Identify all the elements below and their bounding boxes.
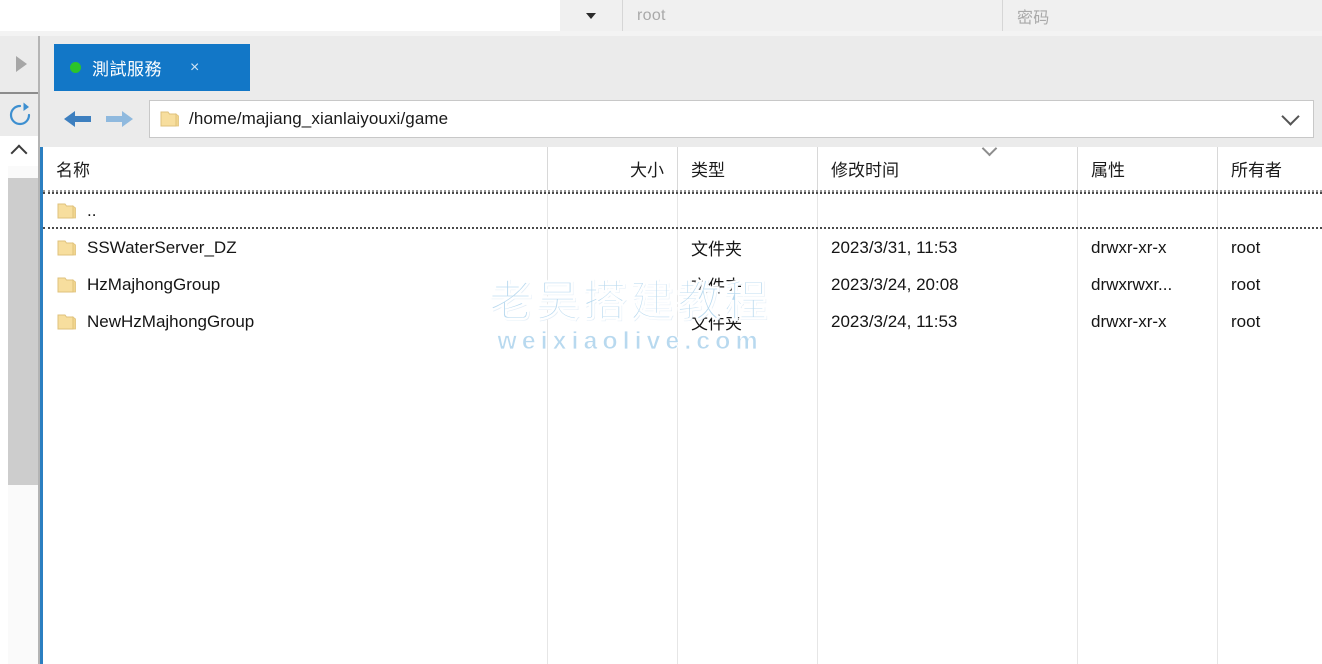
password-placeholder: 密码 [1017,9,1050,27]
column-header-owner[interactable]: 所有者 [1218,147,1322,190]
cell-attr [1078,194,1218,227]
path-dropdown-button[interactable] [1267,101,1313,137]
cell-name-text: SSWaterServer_DZ [87,237,237,257]
credential-topbar: root 密码 [0,0,1322,31]
cell-attr: drwxr-xr-x [1078,229,1218,266]
cell-attr: drwxr-xr-x [1078,303,1218,340]
username-value: root [637,6,666,24]
refresh-icon [9,102,31,126]
column-header-size-label: 大小 [630,161,664,180]
cell-name-text: .. [87,200,97,220]
cell-owner: root [1231,237,1261,257]
table-row[interactable]: HzMajhongGroup 文件夹 2023/3/24, 20:08 drwx… [43,266,1322,303]
caret-down-icon [586,12,596,19]
close-icon[interactable]: × [190,59,199,76]
grid-col-owner [1218,338,1322,664]
app-root: root 密码 測試服務 × /home/majiang_xianlaiyoux… [0,0,1322,664]
column-header-size[interactable]: 大小 [548,147,678,190]
green-status-dot-icon [70,62,81,73]
tab-label: 測試服務 [92,60,162,79]
cell-size [548,303,678,340]
tab-strip: 測試服務 × [40,36,1322,91]
password-field[interactable]: 密码 [1002,0,1322,31]
table-row[interactable]: NewHzMajhongGroup 文件夹 2023/3/24, 11:53 d… [43,303,1322,340]
topbar-dropdown-button[interactable] [560,0,622,31]
cell-name-text: NewHzMajhongGroup [87,311,255,331]
sort-indicator [979,147,999,159]
cell-owner [1218,194,1322,227]
path-input[interactable]: /home/majiang_xianlaiyouxi/game [149,100,1314,138]
grid-col-attr [1078,338,1218,664]
cell-attr: drwxrwxr... [1078,266,1218,303]
rail-scroll-up-button[interactable] [0,136,38,166]
chevron-down-icon [981,147,997,157]
column-header-attr[interactable]: 属性 [1078,147,1218,190]
cell-size [548,229,678,266]
cell-type [678,194,818,227]
username-field[interactable]: root [622,0,1002,31]
column-header-name-label: 名称 [56,161,90,180]
cell-mtime [818,194,1078,227]
column-header-type-label: 类型 [691,161,725,180]
rail-expand-button[interactable] [0,36,40,92]
chevron-down-icon [1280,107,1300,126]
cell-owner: root [1231,274,1261,294]
arrow-left-icon[interactable] [62,108,92,130]
cell-name: .. [43,194,548,227]
cell-mtime: 2023/3/31, 11:53 [818,229,1078,266]
cell-name: SSWaterServer_DZ [43,229,548,266]
file-list-rows: .. SSWaterServer_DZ 文件夹 2023/3/31, 11:53… [43,192,1322,340]
grid-col-size [548,338,678,664]
cell-type: 文件夹 [678,266,818,303]
file-list-header: 名称 大小 类型 修改时间 属性 所有者 [43,147,1322,192]
grid-column-lines [43,338,1322,664]
cell-mtime: 2023/3/24, 11:53 [818,303,1078,340]
chevron-up-icon [10,144,28,162]
table-row[interactable]: SSWaterServer_DZ 文件夹 2023/3/31, 11:53 dr… [43,229,1322,266]
cell-size [548,194,678,227]
column-header-type[interactable]: 类型 [678,147,818,190]
column-header-owner-label: 所有者 [1231,161,1282,180]
file-list-panel: 名称 大小 类型 修改时间 属性 所有者 .. SSWaterServer_DZ… [40,147,1322,664]
triangle-right-icon [15,56,27,72]
cell-size [548,266,678,303]
cell-type: 文件夹 [678,303,818,340]
column-header-name[interactable]: 名称 [43,147,548,190]
column-header-attr-label: 属性 [1091,161,1125,180]
rail-refresh-button[interactable] [0,92,40,136]
cell-owner: root [1231,311,1261,331]
cell-name: NewHzMajhongGroup [43,303,548,340]
grid-col-name [43,338,548,664]
nav-arrow-group [62,108,135,130]
arrow-right-icon[interactable] [105,108,135,130]
rail-scrollbar-thumb[interactable] [8,178,38,485]
grid-col-type [678,338,818,664]
grid-col-mtime [818,338,1078,664]
path-text: /home/majiang_xianlaiyouxi/game [189,109,449,128]
left-rail [0,36,40,664]
address-bar: /home/majiang_xianlaiyouxi/game [40,91,1322,147]
cell-mtime: 2023/3/24, 20:08 [818,266,1078,303]
tab-test-service[interactable]: 測試服務 × [54,44,250,91]
folder-icon [57,240,76,255]
topbar-left-filler [0,0,560,31]
folder-icon [160,111,179,127]
cell-type: 文件夹 [678,229,818,266]
folder-icon [57,277,76,292]
folder-icon [57,314,76,329]
cell-name-text: HzMajhongGroup [87,274,221,294]
column-header-mtime[interactable]: 修改时间 [818,147,1078,190]
cell-name: HzMajhongGroup [43,266,548,303]
column-header-mtime-label: 修改时间 [831,161,899,180]
folder-icon [57,203,76,218]
table-row[interactable]: .. [43,192,1322,229]
